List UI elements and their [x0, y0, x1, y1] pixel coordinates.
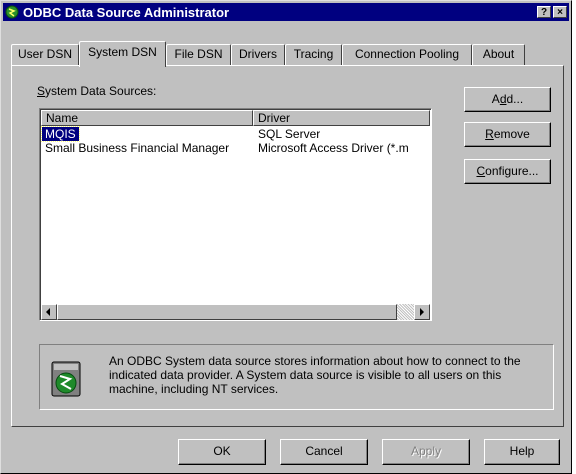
- configure-button-post: onfigure...: [485, 164, 539, 178]
- column-header-driver[interactable]: Driver: [253, 110, 430, 126]
- apply-button[interactable]: Apply: [382, 439, 470, 465]
- cancel-button[interactable]: Cancel: [280, 439, 368, 465]
- tab-about[interactable]: About: [472, 44, 525, 65]
- section-label-rest: ystem Data Sources:: [45, 84, 157, 98]
- system-data-sources-list[interactable]: Name Driver MQIS SQL Server Small Busine…: [39, 108, 432, 321]
- tab-connection-pooling[interactable]: Connection Pooling: [342, 44, 472, 65]
- close-button[interactable]: ×: [553, 6, 567, 18]
- tab-tracing[interactable]: Tracing: [285, 44, 342, 65]
- configure-button-hotkey: C: [476, 164, 486, 178]
- list-item-driver: Microsoft Access Driver (*.m: [258, 141, 409, 155]
- ok-button[interactable]: OK: [178, 439, 266, 465]
- tab-user-dsn[interactable]: User DSN: [11, 44, 79, 65]
- odbc-app-icon: [5, 5, 19, 19]
- remove-button-hotkey: R: [485, 127, 494, 141]
- odbc-data-source-icon: [51, 361, 81, 397]
- scroll-right-button[interactable]: [414, 304, 430, 320]
- title-bar[interactable]: ODBC Data Source Administrator ? ×: [3, 3, 569, 21]
- remove-button-post: emove: [493, 127, 530, 141]
- arrow-right-icon: [420, 308, 424, 316]
- remove-button[interactable]: Remove: [464, 122, 551, 147]
- arrow-left-icon: [46, 308, 50, 316]
- tab-file-dsn[interactable]: File DSN: [166, 44, 231, 65]
- column-header-name[interactable]: Name: [41, 110, 253, 126]
- tab-system-dsn[interactable]: System DSN: [79, 41, 166, 67]
- configure-button[interactable]: Configure...: [464, 159, 551, 184]
- add-button-hotkey: d: [499, 92, 507, 106]
- horizontal-scrollbar[interactable]: [41, 304, 430, 320]
- list-item-mqis[interactable]: MQIS SQL Server: [41, 126, 431, 142]
- scroll-track[interactable]: [57, 304, 414, 320]
- add-button-post: d...: [506, 92, 524, 106]
- section-label-hotkey: S: [37, 84, 46, 98]
- odbc-administrator-window: ODBC Data Source Administrator ? × User …: [0, 0, 572, 474]
- help-button[interactable]: Help: [484, 439, 560, 465]
- list-item-name: Small Business Financial Manager: [45, 141, 230, 155]
- list-item-sbfm[interactable]: Small Business Financial Manager Microso…: [41, 141, 431, 155]
- list-item-driver: SQL Server: [258, 127, 321, 141]
- window-title: ODBC Data Source Administrator: [23, 4, 230, 20]
- list-item-name: MQIS: [41, 126, 80, 142]
- system-data-sources-label: System Data Sources:: [37, 84, 156, 98]
- scroll-thumb[interactable]: [57, 304, 397, 320]
- tab-drivers[interactable]: Drivers: [231, 44, 285, 65]
- add-button-pre: A: [491, 92, 500, 106]
- add-button[interactable]: Add...: [464, 87, 551, 112]
- scroll-left-button[interactable]: [41, 304, 57, 320]
- info-description: An ODBC System data source stores inform…: [109, 354, 521, 396]
- help-caption-button[interactable]: ?: [537, 6, 551, 18]
